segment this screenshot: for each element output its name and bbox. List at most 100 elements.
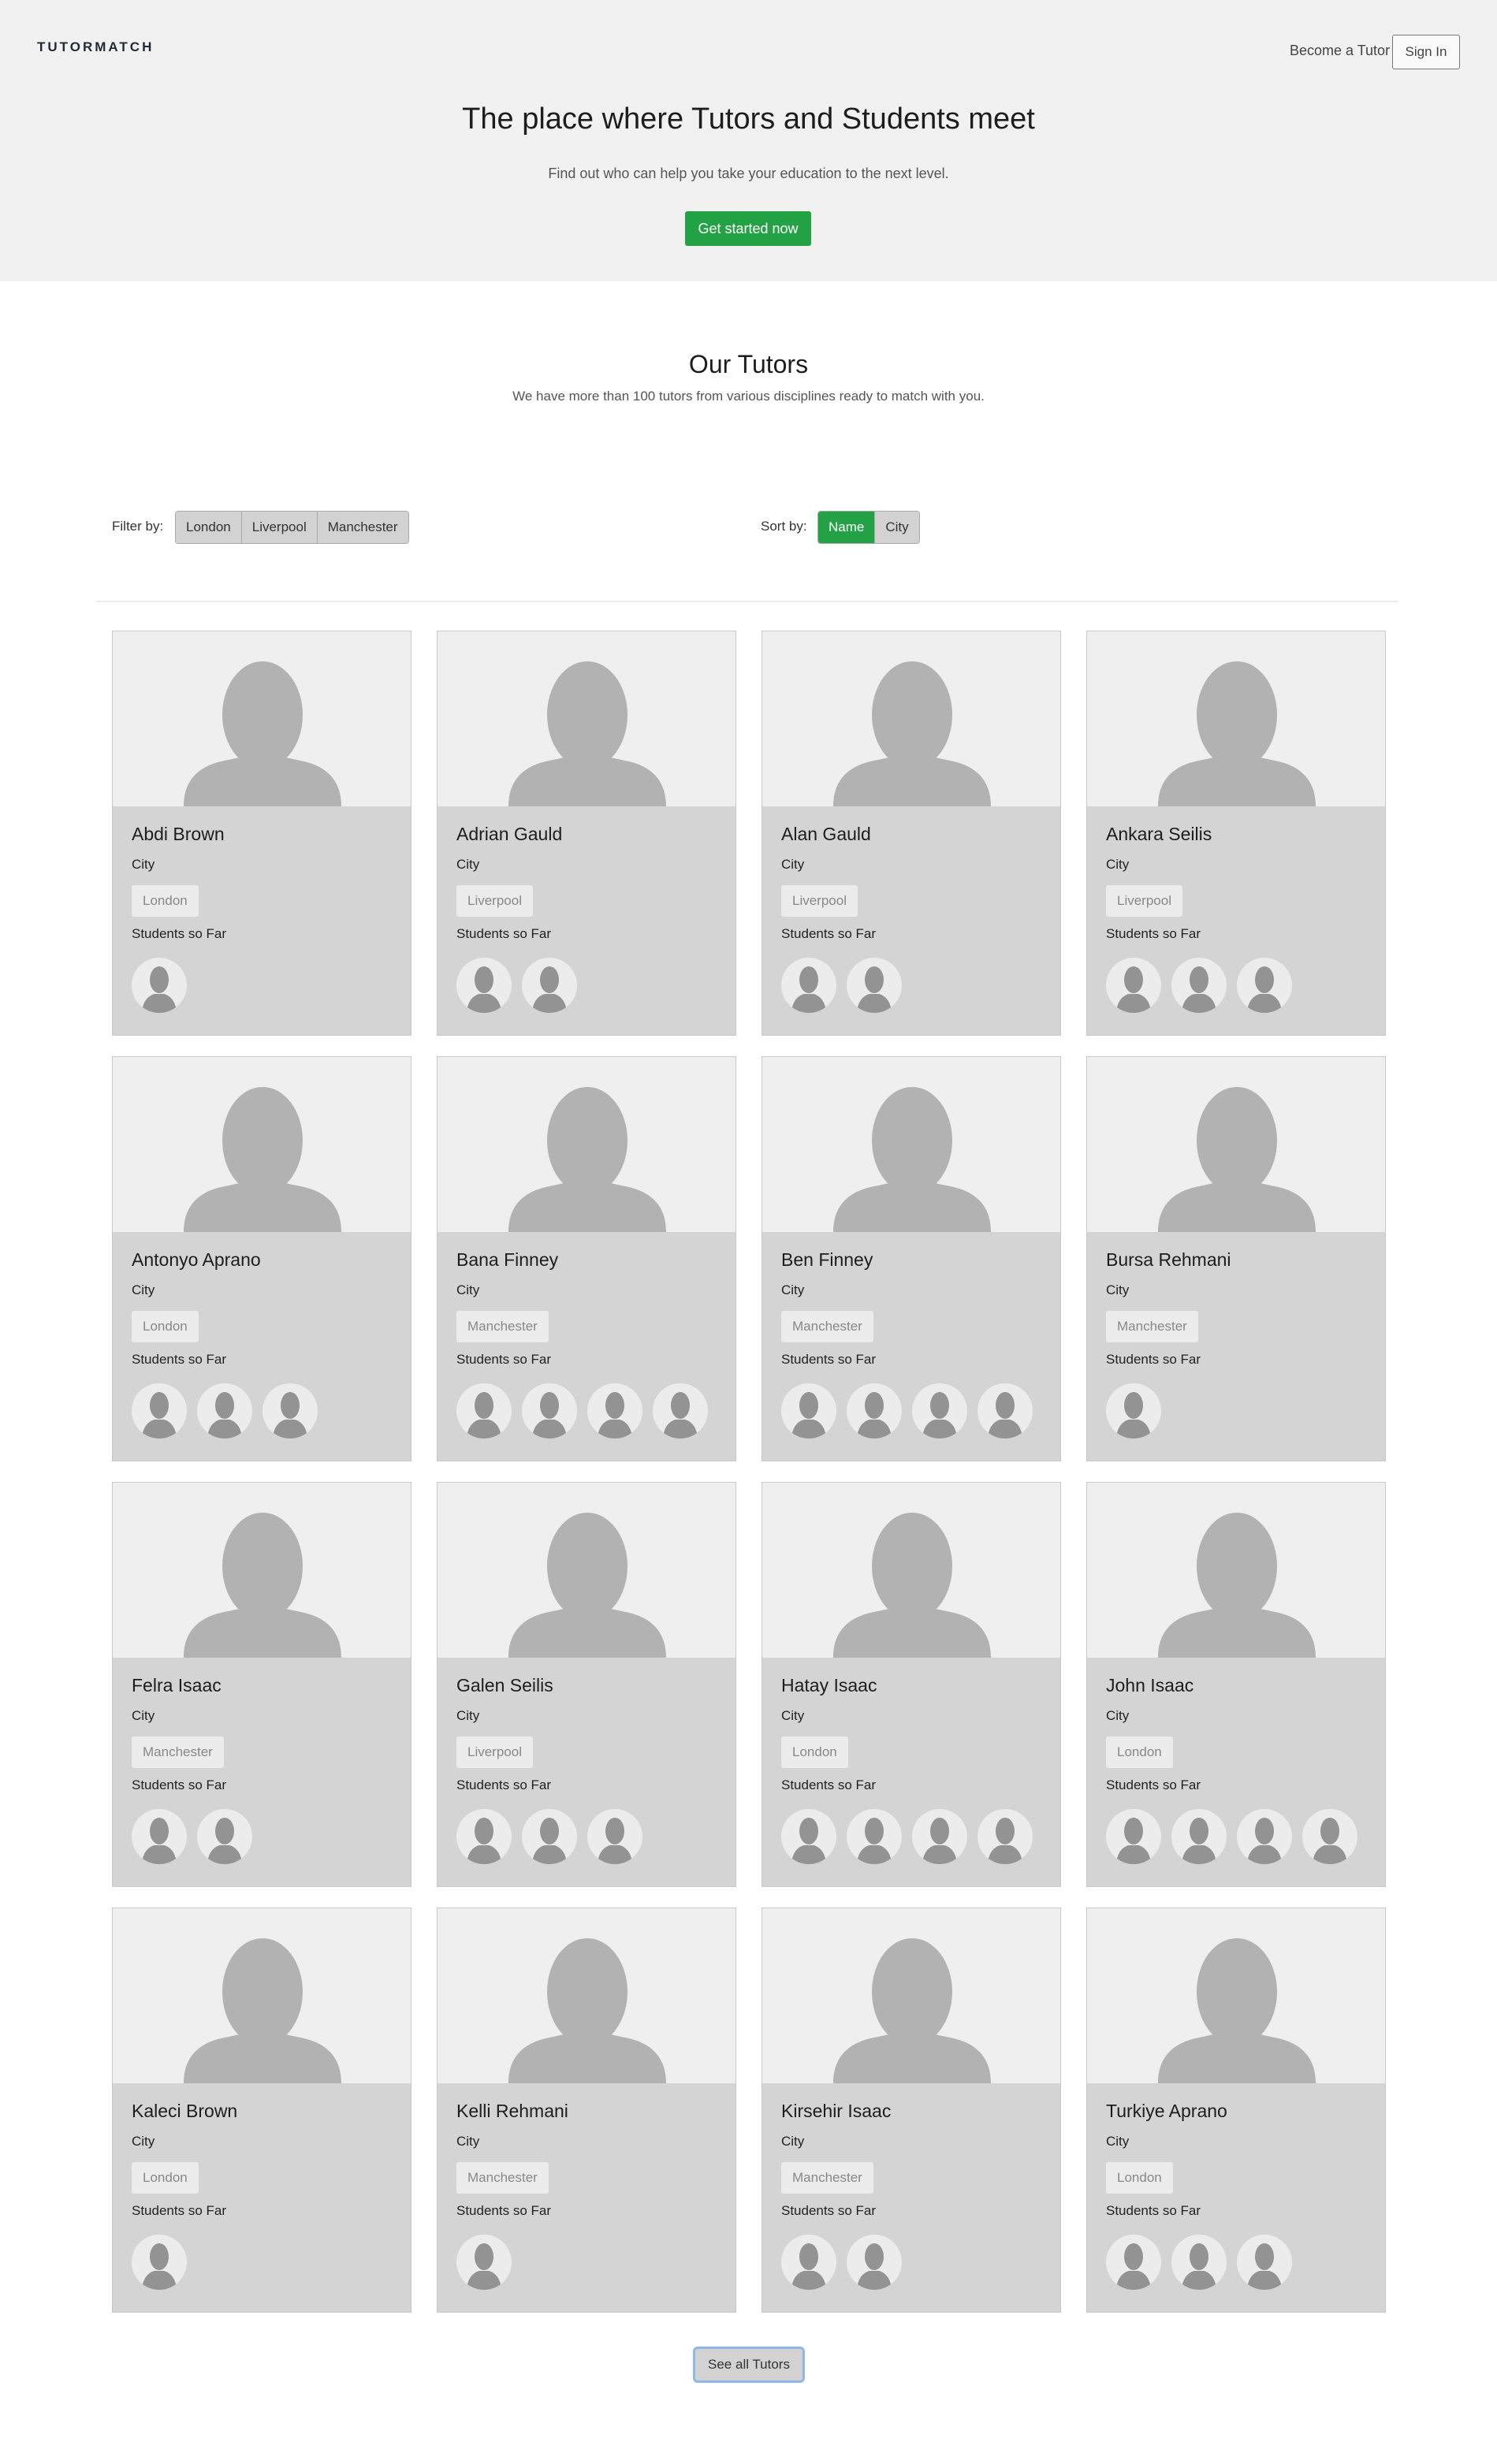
student-avatar: [1106, 1809, 1161, 1864]
tutor-name: Kirsehir Isaac: [781, 2101, 892, 2121]
tutor-name: Turkiye Aprano: [1106, 2101, 1227, 2121]
students-list: [781, 958, 1041, 1013]
student-avatar: [1106, 1383, 1161, 1439]
city-label: City: [132, 1708, 155, 1723]
students-list: [781, 2235, 1041, 2290]
city-label: City: [132, 2134, 155, 2149]
tutor-name: Adrian Gauld: [456, 824, 563, 844]
students-label: Students so Far: [132, 2203, 227, 2218]
students-label: Students so Far: [1106, 926, 1201, 941]
city-label: City: [1106, 1708, 1130, 1723]
city-badge: Manchester: [781, 2162, 873, 2194]
student-avatar: [132, 1383, 187, 1439]
tutor-card[interactable]: Antonyo Aprano City London Students so Far: [112, 1056, 411, 1461]
tutor-name: Kaleci Brown: [132, 2101, 238, 2121]
student-avatar: [978, 1383, 1033, 1439]
city-label: City: [781, 857, 805, 872]
city-label: City: [1106, 2134, 1130, 2149]
student-avatar: [1171, 958, 1227, 1013]
tutor-name: Ben Finney: [781, 1249, 873, 1270]
tutor-card[interactable]: Bana Finney City Manchester Students so Far: [437, 1056, 736, 1461]
tutor-name: Antonyo Aprano: [132, 1249, 261, 1270]
tutor-card[interactable]: Abdi Brown City London Students so Far: [112, 631, 411, 1036]
tutor-card[interactable]: Bursa Rehmani City Manchester Students so F…: [1086, 1056, 1386, 1461]
tutor-photo: [762, 1483, 1060, 1658]
student-avatar: [132, 958, 187, 1013]
filter-london-button[interactable]: London: [176, 512, 242, 543]
students-list: [456, 1809, 717, 1864]
city-label: City: [456, 857, 480, 872]
city-badge: Liverpool: [1106, 885, 1182, 917]
city-label: City: [456, 1282, 480, 1297]
tutor-photo: [1087, 1057, 1385, 1232]
tutor-card[interactable]: Ankara Seilis City Liverpool Students so Fa…: [1086, 631, 1386, 1036]
student-avatar: [1106, 958, 1161, 1013]
hero-section: TUTORMATCH Become a Tutor Sign In The pl…: [0, 0, 1497, 281]
tutor-photo: [438, 1057, 735, 1232]
tutor-photo: [1087, 1483, 1385, 1658]
students-label: Students so Far: [456, 2203, 552, 2218]
tutor-card[interactable]: Felra Isaac City Manchester Students so Far: [112, 1482, 411, 1887]
students-label: Students so Far: [132, 926, 227, 941]
city-badge: Manchester: [1106, 1311, 1198, 1342]
city-label: City: [781, 1708, 805, 1723]
sign-in-button[interactable]: Sign In: [1392, 35, 1460, 69]
students-label: Students so Far: [1106, 2203, 1201, 2218]
tutor-card[interactable]: Adrian Gauld City Liverpool Students so Far: [437, 631, 736, 1036]
student-avatar: [587, 1809, 642, 1864]
students-label: Students so Far: [456, 1352, 552, 1367]
filter-liverpool-button[interactable]: Liverpool: [241, 512, 318, 543]
students-list: [781, 1383, 1041, 1439]
student-avatar: [847, 958, 902, 1013]
city-label: City: [132, 1282, 155, 1297]
become-tutor-link[interactable]: Become a Tutor: [1290, 43, 1390, 59]
tutor-photo: [1087, 631, 1385, 806]
student-avatar: [847, 2235, 902, 2290]
student-avatar: [978, 1809, 1033, 1864]
tutor-card[interactable]: Galen Seilis City Liverpool Students so Far: [437, 1482, 736, 1887]
student-avatar: [912, 1383, 967, 1439]
students-list: [1106, 1383, 1366, 1439]
city-label: City: [1106, 857, 1130, 872]
city-badge: Manchester: [456, 2162, 549, 2194]
tutor-card[interactable]: Kirsehir Isaac City Manchester Students so …: [762, 1908, 1061, 2313]
student-avatar: [522, 1809, 577, 1864]
students-list: [456, 1383, 717, 1439]
logo[interactable]: TUTORMATCH: [37, 39, 154, 55]
students-list: [132, 1809, 392, 1864]
tutor-card[interactable]: Hatay Isaac City London Students so Far: [762, 1482, 1061, 1887]
filter-manchester-button[interactable]: Manchester: [317, 512, 408, 543]
tutor-card[interactable]: Turkiye Aprano City London Students so Far: [1086, 1908, 1386, 2313]
tutor-photo: [113, 1908, 411, 2083]
see-all-tutors-button[interactable]: See all Tutors: [693, 2347, 805, 2383]
tutor-name: Felra Isaac: [132, 1675, 222, 1695]
tutor-photo: [1087, 1908, 1385, 2083]
sort-city-button[interactable]: City: [875, 512, 919, 543]
tutor-card[interactable]: Kelli Rehmani City Manchester Students so F…: [437, 1908, 736, 2313]
tutor-name: Bursa Rehmani: [1106, 1249, 1231, 1270]
student-avatar: [1302, 1809, 1357, 1864]
student-avatar: [781, 1809, 836, 1864]
tutor-card[interactable]: Alan Gauld City Liverpool Students so Far: [762, 631, 1061, 1036]
city-badge: Liverpool: [781, 885, 858, 917]
tutor-photo: [438, 631, 735, 806]
student-avatar: [456, 2235, 512, 2290]
students-label: Students so Far: [456, 926, 552, 941]
tutor-card[interactable]: Ben Finney City Manchester Students so Far: [762, 1056, 1061, 1461]
tutor-card[interactable]: Kaleci Brown City London Students so Far: [112, 1908, 411, 2313]
sort-name-button[interactable]: Name: [818, 512, 876, 543]
tutor-card[interactable]: John Isaac City London Students so Far: [1086, 1482, 1386, 1887]
hero-subtitle: Find out who can help you take your educ…: [548, 166, 949, 181]
city-label: City: [456, 1708, 480, 1723]
tutor-name: Abdi Brown: [132, 824, 225, 844]
tutor-photo: [438, 1483, 735, 1658]
tutor-name: Bana Finney: [456, 1249, 559, 1270]
student-avatar: [522, 1383, 577, 1439]
get-started-button[interactable]: Get started now: [685, 211, 811, 246]
filter-label: Filter by:: [112, 519, 164, 534]
tutor-name: Kelli Rehmani: [456, 2101, 568, 2121]
city-badge: London: [781, 1736, 848, 1768]
city-badge: Liverpool: [456, 885, 533, 917]
students-list: [132, 958, 392, 1013]
students-list: [456, 2235, 717, 2290]
